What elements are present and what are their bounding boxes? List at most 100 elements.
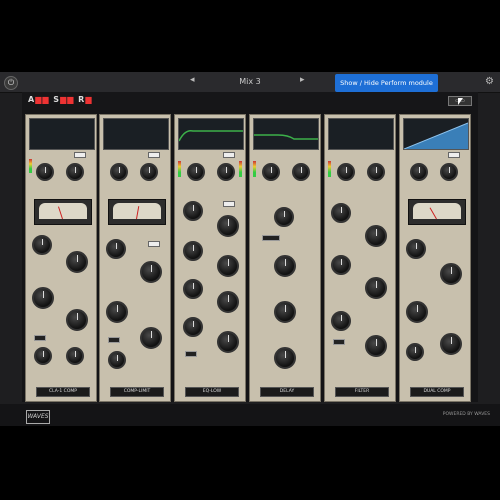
strip-type-select[interactable]: COMP-LIMIT	[110, 387, 164, 397]
strip-display	[29, 118, 95, 150]
freq-knob[interactable]	[183, 279, 203, 299]
time-knob[interactable]	[274, 207, 294, 227]
threshold-knob[interactable]	[32, 235, 52, 255]
mix-knob[interactable]	[274, 301, 296, 323]
level-meter	[178, 161, 181, 177]
threshold-knob[interactable]	[406, 239, 426, 259]
channel-strip-6: DUAL COMP	[399, 114, 471, 402]
strip-type-select[interactable]: DELAY	[260, 387, 314, 397]
power-icon[interactable]: ⏻	[4, 76, 18, 90]
output-knob[interactable]	[292, 163, 310, 181]
plugin-window: ⏻ ◂ Mix 3 ▸ Show / Hide Perform module ⚙…	[0, 72, 500, 426]
gain-knob[interactable]	[217, 215, 239, 237]
gain-knob[interactable]	[217, 255, 239, 277]
mix-knob[interactable]	[406, 343, 424, 361]
input-knob[interactable]	[410, 163, 428, 181]
mouse-cursor-icon	[458, 98, 463, 105]
toggle-button[interactable]	[223, 152, 235, 158]
strip-rack: CLA-1 COMP COMP-LIMIT EQ-LOW DELAY FILTE…	[22, 110, 478, 402]
strip-display	[328, 118, 394, 150]
freq-knob[interactable]	[183, 241, 203, 261]
feedback-knob[interactable]	[274, 255, 296, 277]
gain-knob[interactable]	[217, 291, 239, 313]
preset-name[interactable]: Mix 3	[210, 75, 290, 88]
perform-module-tooltip: Show / Hide Perform module	[335, 74, 438, 92]
input-knob[interactable]	[36, 163, 54, 181]
mix-knob[interactable]	[34, 347, 52, 365]
band-button[interactable]	[223, 201, 235, 207]
toggle-button[interactable]	[148, 152, 160, 158]
strip-type-select[interactable]: EQ-LOW	[185, 387, 239, 397]
env-knob[interactable]	[365, 277, 387, 299]
ratio-knob[interactable]	[66, 251, 88, 273]
level-meter	[253, 161, 256, 177]
strip-display	[178, 118, 244, 150]
strip-type-select[interactable]: CLA-1 COMP	[36, 387, 90, 397]
input-knob[interactable]	[337, 163, 355, 181]
strip-type-select[interactable]: DUAL COMP	[410, 387, 464, 397]
strip-display	[403, 118, 469, 150]
mode-button[interactable]	[333, 339, 345, 345]
output-knob[interactable]	[217, 163, 235, 181]
gain-knob[interactable]	[66, 347, 84, 365]
output-knob[interactable]	[66, 163, 84, 181]
vu-meter	[408, 199, 466, 225]
release-knob[interactable]	[140, 327, 162, 349]
threshold-knob[interactable]	[106, 239, 126, 259]
strip-display	[253, 118, 319, 150]
input-knob[interactable]	[187, 163, 205, 181]
prev-preset-icon[interactable]: ◂	[190, 75, 195, 85]
vu-meter	[34, 199, 92, 225]
ratio-knob[interactable]	[440, 263, 462, 285]
output-knob[interactable]	[274, 347, 296, 369]
mode-button[interactable]	[108, 337, 120, 343]
bottom-bar: WAVES POWERED BY WAVES	[0, 404, 500, 426]
attack-knob[interactable]	[32, 287, 54, 309]
lfo-knob[interactable]	[331, 311, 351, 331]
titlebar: ⏻ ◂ Mix 3 ▸ Show / Hide Perform module ⚙	[0, 72, 500, 93]
input-knob[interactable]	[110, 163, 128, 181]
output-knob[interactable]	[140, 163, 158, 181]
level-meter	[29, 159, 32, 173]
channel-strip-3: EQ-LOW	[174, 114, 246, 402]
mode-button[interactable]	[34, 335, 46, 341]
channel-strip-5: FILTER	[324, 114, 396, 402]
logo-letter-r: R	[78, 95, 86, 104]
attack-knob[interactable]	[406, 301, 428, 323]
plugin-header: A▆▆ S▆▆ R▆ ▭▭	[22, 92, 478, 110]
waves-logo: WAVES	[26, 410, 50, 424]
channel-strip-1: CLA-1 COMP	[25, 114, 97, 402]
freq-knob[interactable]	[183, 201, 203, 221]
output-knob[interactable]	[367, 163, 385, 181]
q-knob[interactable]	[183, 317, 203, 337]
input-knob[interactable]	[262, 163, 280, 181]
plugin-logo: A▆▆ S▆▆ R▆	[28, 95, 93, 104]
toggle-button[interactable]	[448, 152, 460, 158]
vu-meter	[108, 199, 166, 225]
channel-strip-4: DELAY	[249, 114, 321, 402]
resonance-knob[interactable]	[365, 225, 387, 247]
sync-button[interactable]	[262, 235, 280, 241]
release-knob[interactable]	[66, 309, 88, 331]
drive-knob[interactable]	[331, 255, 351, 275]
output-knob[interactable]	[217, 331, 239, 353]
powered-by-label: POWERED BY WAVES	[442, 412, 490, 417]
logo-letter-a: A	[28, 95, 36, 104]
toggle-button[interactable]	[148, 241, 160, 247]
mix-knob[interactable]	[108, 351, 126, 369]
logo-letter-s: S	[53, 95, 61, 104]
gear-icon[interactable]: ⚙	[485, 76, 496, 87]
mix-knob[interactable]	[365, 335, 387, 357]
output-knob[interactable]	[440, 163, 458, 181]
next-preset-icon[interactable]: ▸	[300, 75, 305, 85]
mode-button[interactable]	[185, 351, 197, 357]
level-meter	[239, 161, 242, 177]
cutoff-knob[interactable]	[331, 203, 351, 223]
release-knob[interactable]	[440, 333, 462, 355]
attack-knob[interactable]	[106, 301, 128, 323]
toggle-button[interactable]	[74, 152, 86, 158]
channel-strip-2: COMP-LIMIT	[99, 114, 171, 402]
level-meter	[328, 161, 331, 177]
strip-type-select[interactable]: FILTER	[335, 387, 389, 397]
ratio-knob[interactable]	[140, 261, 162, 283]
